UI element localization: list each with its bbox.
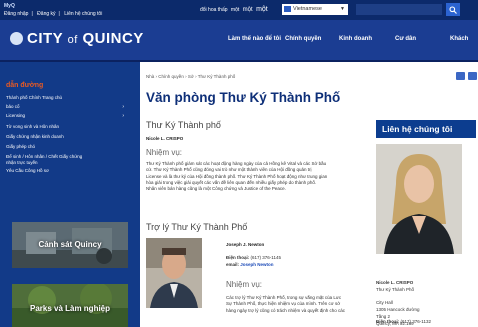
- sidebar-item-online-certs[interactable]: Để sinh / Hôn nhân / Chết Giấy chứng: [6, 154, 134, 159]
- site-header: CITY of QUINCY Làm thế nào để tôi Chính …: [0, 20, 478, 62]
- breadcrumb-government[interactable]: Chính quyền: [158, 74, 184, 79]
- breadcrumb-home[interactable]: Nhà: [146, 74, 154, 79]
- assistant-photo: [146, 238, 202, 308]
- chevron-right-icon: ›: [122, 104, 124, 110]
- assistant-duties-text: Các trợ lý Thư Ký Thành Phố, trong sự vắ…: [226, 295, 346, 313]
- sidebar-item-elections[interactable]: bảo cổ ›: [6, 104, 134, 110]
- assistant-duties-heading: Nhiệm vụ:: [226, 280, 263, 289]
- sidebar-item-licensing[interactable]: Licensing ›: [6, 113, 134, 119]
- chevron-down-icon: ▼: [340, 6, 345, 12]
- nav-business[interactable]: Kinh doanh: [339, 36, 372, 42]
- contact-panel-title: Liên hệ chúng tôi: [376, 120, 476, 138]
- text-size-bigger[interactable]: một: [256, 6, 268, 13]
- police-tile[interactable]: Cảnh sát Quincy: [12, 222, 128, 268]
- parks-tile[interactable]: Parks và Làm nghiệp: [12, 284, 128, 327]
- contact-address-2: 1305 Hancock đường: [376, 307, 420, 312]
- search-button[interactable]: [446, 3, 460, 16]
- sidebar-heading: dẫn đường: [6, 82, 44, 89]
- text-size-mid[interactable]: một: [231, 7, 239, 13]
- search-icon: [449, 6, 457, 14]
- text-resize: đổi hoa thấp một một một: [200, 6, 270, 13]
- nav-how-do-i[interactable]: Làm thế nào để tôi: [228, 36, 281, 42]
- language-value: Vietnamese: [293, 6, 322, 12]
- chevron-right-icon: ›: [122, 113, 124, 119]
- sidebar-item-home[interactable]: Thành phố Chính Trang chủ: [6, 95, 134, 100]
- breadcrumb-current: Thư Ký Thành phố: [197, 74, 236, 79]
- sidebar-item-vital-records[interactable]: Tờ vong sinh và Hôn nhân: [6, 124, 134, 129]
- sidebar-item-online-certs-2[interactable]: nhận trực tuyến: [6, 160, 134, 165]
- clerk-duties-text: Thư Ký Thành phố giám sát các hoạt động …: [146, 161, 328, 192]
- city-seal-icon: [10, 32, 23, 45]
- contact-address-1: City Hall: [376, 300, 393, 305]
- assistant-heading: Trợ lý Thư Ký Thành Phố: [146, 222, 248, 232]
- assistant-email-link[interactable]: Joseph Newton: [240, 262, 273, 267]
- contact-phone: Điện thoại: (617) 376-1132: [376, 319, 431, 324]
- assistant-name: Joseph J. Newton: [226, 242, 265, 247]
- sidebar-item-business-cert[interactable]: Giấy chứng nhận kinh doanh: [6, 134, 134, 139]
- contact-role: Thư Ký Thành Phố: [376, 287, 414, 292]
- city-logo[interactable]: CITY of QUINCY: [10, 30, 144, 47]
- print-icon[interactable]: [468, 72, 477, 80]
- logo-of: of: [67, 34, 78, 46]
- sidebar-item-public-records[interactable]: Yêu Cầu Công Hồ sơ: [6, 168, 134, 173]
- clerk-photo: [376, 144, 462, 254]
- page-title: Văn phòng Thư Ký Thành Phố: [146, 90, 341, 105]
- sidebar: dẫn đường Thành phố Chính Trang chủ bảo …: [0, 62, 140, 327]
- login-link[interactable]: Đăng nhập: [4, 11, 28, 17]
- text-size-big[interactable]: một: [243, 7, 253, 13]
- logo-city: CITY: [27, 30, 63, 47]
- register-link[interactable]: Đăng ký: [37, 11, 55, 17]
- nav-residents[interactable]: Cư dân: [395, 36, 416, 42]
- contact-link[interactable]: Liên hệ chúng tôi: [64, 11, 102, 17]
- nav-government[interactable]: Chính quyền: [285, 36, 321, 42]
- sidebar-item-dog-license[interactable]: Giấy phép chó: [6, 144, 134, 149]
- clerk-heading: Thư Ký Thành phố: [146, 120, 221, 130]
- flag-icon: [284, 6, 291, 12]
- email-share-icon[interactable]: [456, 72, 465, 80]
- utility-bar: MyQ Đăng nhập | Đăng ký | Liên hệ chúng tô…: [0, 0, 478, 20]
- account-links: Đăng nhập | Đăng ký | Liên hệ chúng tôi: [4, 11, 103, 17]
- assistant-phone: Điện thoại: (617) 376-1145: [226, 255, 281, 260]
- text-size-small[interactable]: đổi hoa thấp: [200, 7, 228, 13]
- main-content: Nhà › Chính quyền › Sở › Thư Ký Thành ph…: [140, 62, 478, 327]
- search-input[interactable]: [356, 4, 442, 15]
- myq-link[interactable]: MyQ: [4, 3, 15, 9]
- nav-visitors[interactable]: Khách: [450, 36, 468, 42]
- assistant-email: email: Joseph Newton: [226, 262, 274, 267]
- language-select[interactable]: Vietnamese ▼: [282, 4, 348, 15]
- contact-name: Nicole L. CRISPO: [376, 280, 414, 285]
- clerk-duties-heading: Nhiệm vụ:: [146, 148, 183, 157]
- breadcrumb: Nhà › Chính quyền › Sở › Thư Ký Thành ph…: [146, 74, 236, 79]
- police-tile-caption: Cảnh sát Quincy: [38, 240, 102, 249]
- logo-quincy: QUINCY: [82, 30, 144, 47]
- breadcrumb-departments[interactable]: Sở: [188, 74, 194, 79]
- clerk-name: Nicole L. CRISPO: [146, 136, 184, 141]
- parks-tile-caption: Parks và Làm nghiệp: [29, 304, 111, 313]
